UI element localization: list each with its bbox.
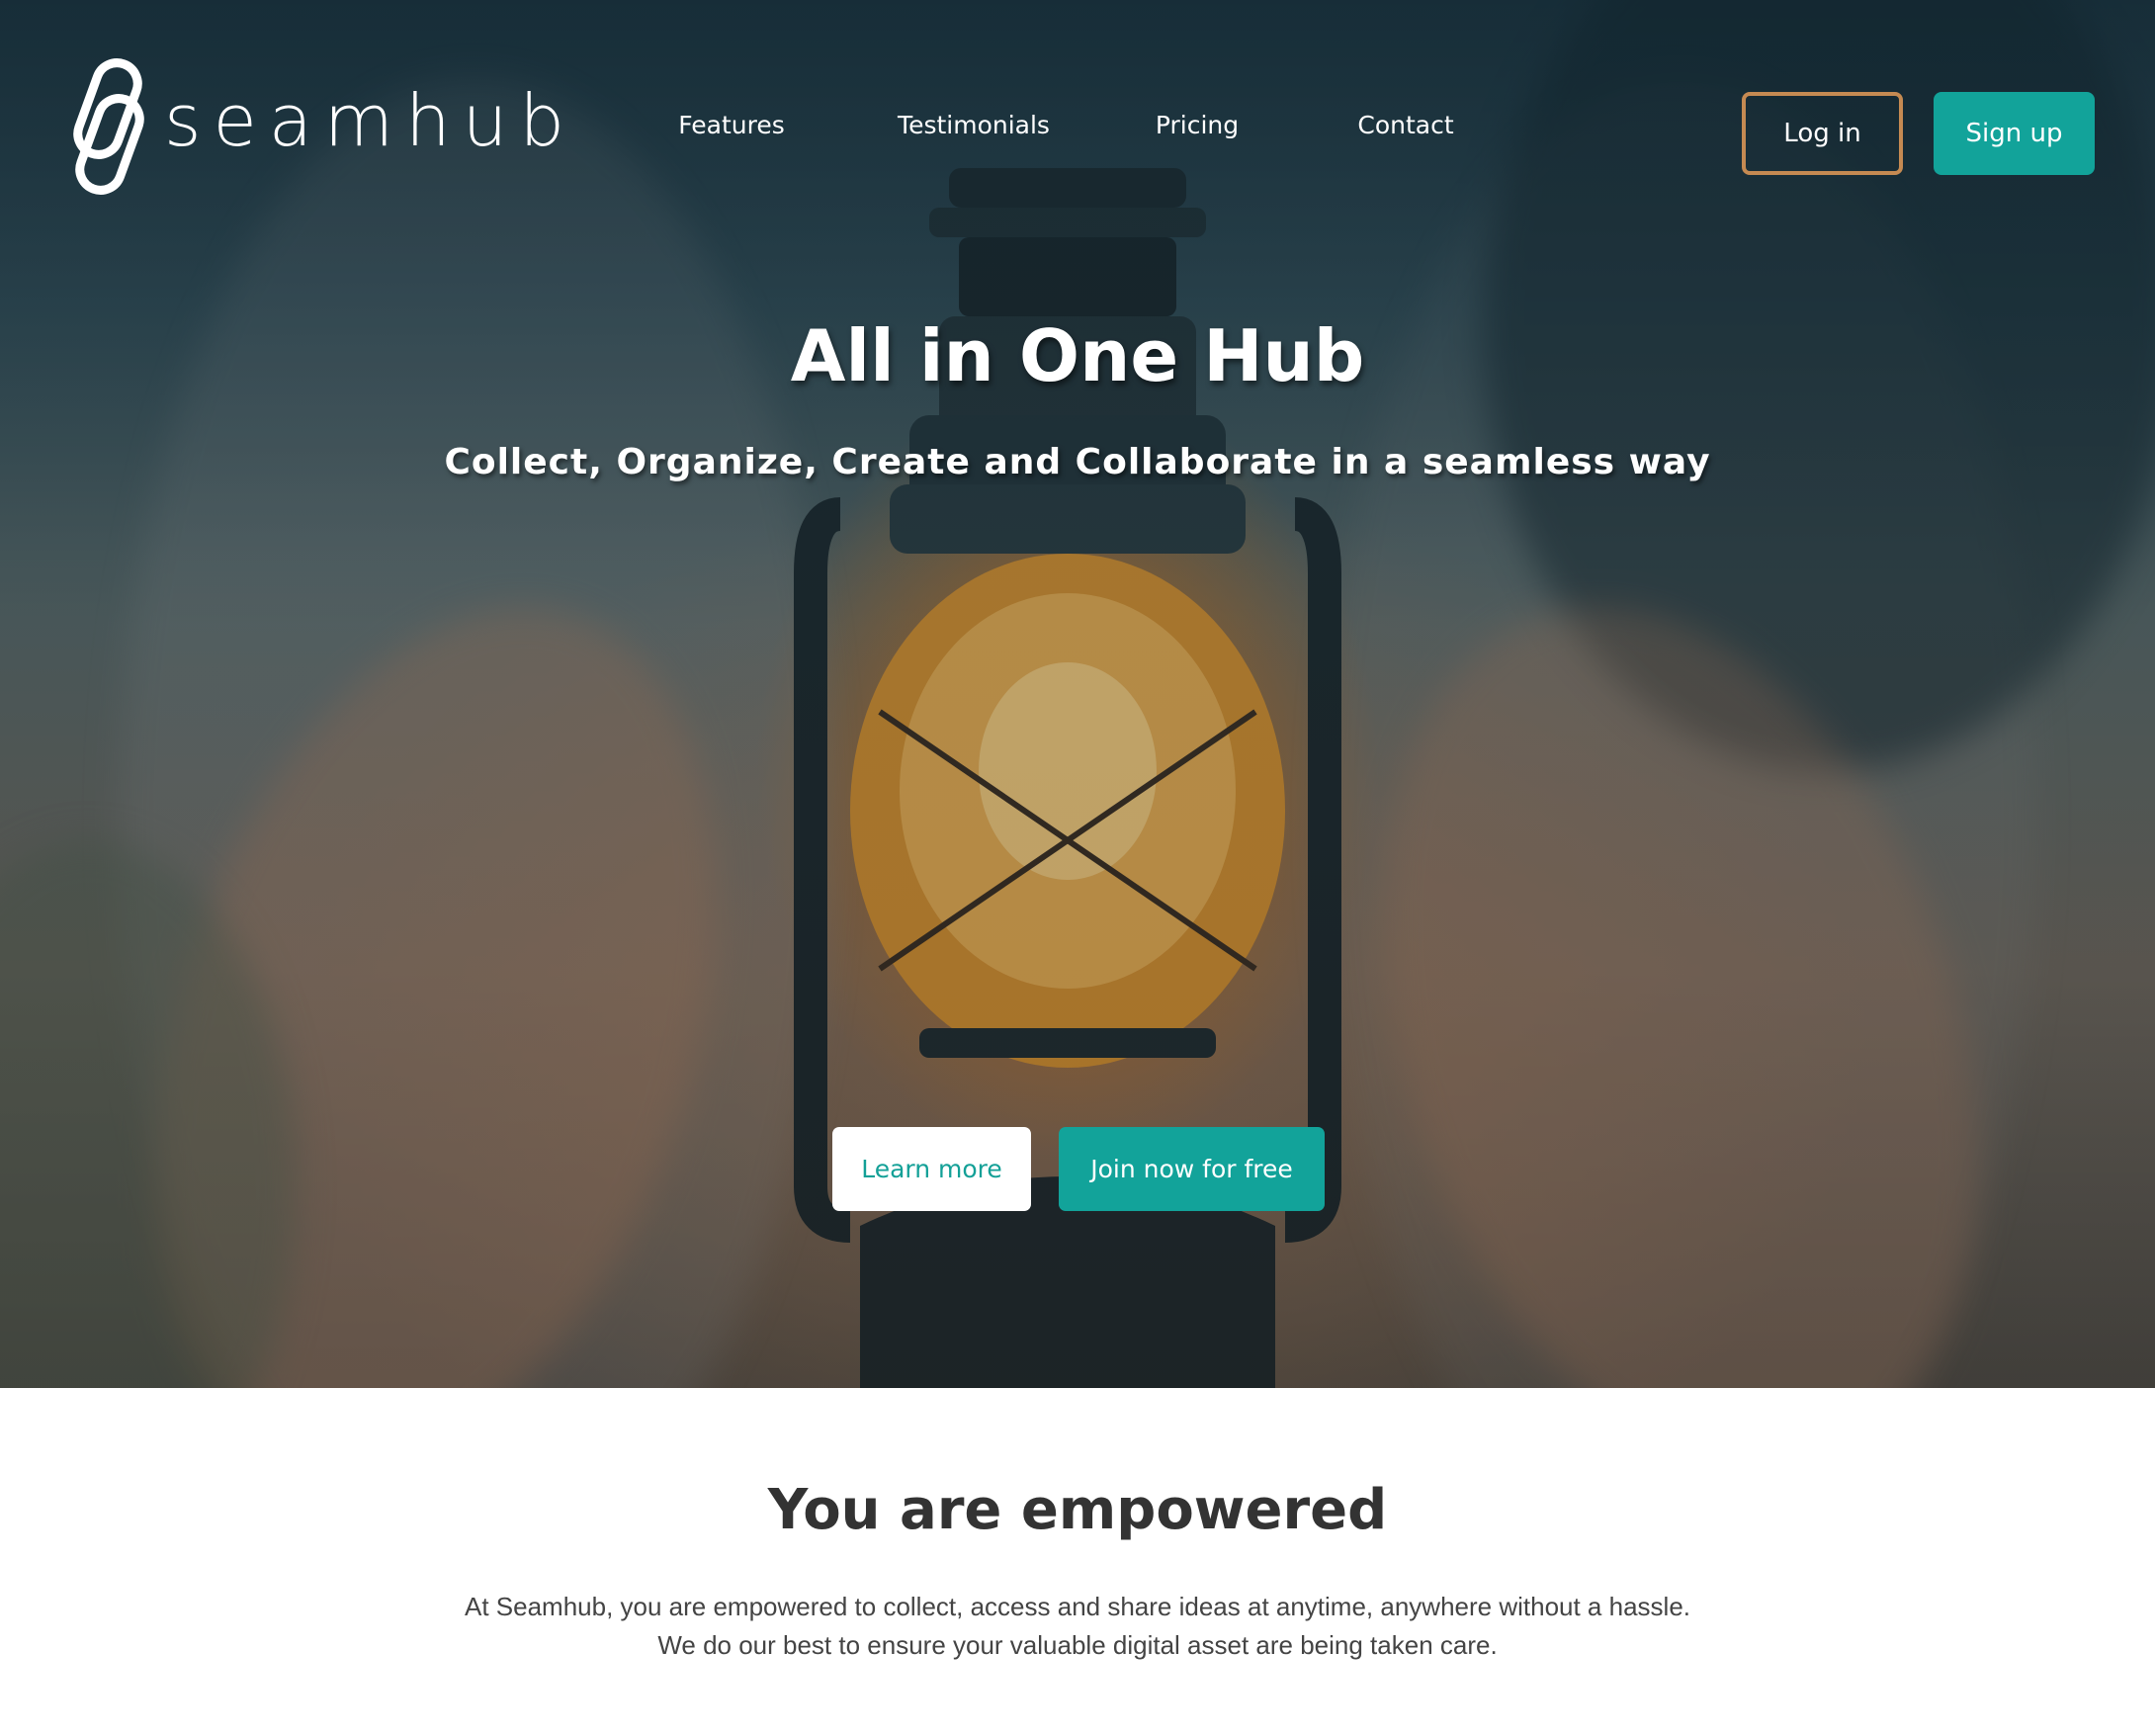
description-line: At Seamhub, you are empowered to collect… bbox=[464, 1592, 1690, 1621]
nav-link-features[interactable]: Features bbox=[603, 105, 860, 146]
hero-subtitle: Collect, Organize, Create and Collaborat… bbox=[444, 442, 1711, 482]
nav-link-testimonials[interactable]: Testimonials bbox=[860, 105, 1087, 146]
main-nav: Features Testimonials Pricing Contact bbox=[603, 105, 1505, 146]
hero-title: All in One Hub bbox=[790, 314, 1365, 397]
nav-link-pricing[interactable]: Pricing bbox=[1087, 105, 1307, 146]
description-line: We do our best to ensure your valuable d… bbox=[657, 1630, 1498, 1660]
login-button[interactable]: Log in bbox=[1742, 92, 1903, 175]
learn-more-button[interactable]: Learn more bbox=[832, 1127, 1031, 1211]
brand-name: seamhub bbox=[164, 79, 577, 162]
join-free-button[interactable]: Join now for free bbox=[1059, 1127, 1325, 1211]
section-description: At Seamhub, you are empowered to collect… bbox=[0, 1588, 2155, 1665]
signup-button[interactable]: Sign up bbox=[1934, 92, 2095, 175]
section-title: You are empowered bbox=[767, 1478, 1388, 1542]
nav-link-contact[interactable]: Contact bbox=[1307, 105, 1505, 146]
brand-logo[interactable]: seamhub bbox=[69, 57, 576, 196]
seamhub-logo-icon bbox=[73, 58, 144, 195]
